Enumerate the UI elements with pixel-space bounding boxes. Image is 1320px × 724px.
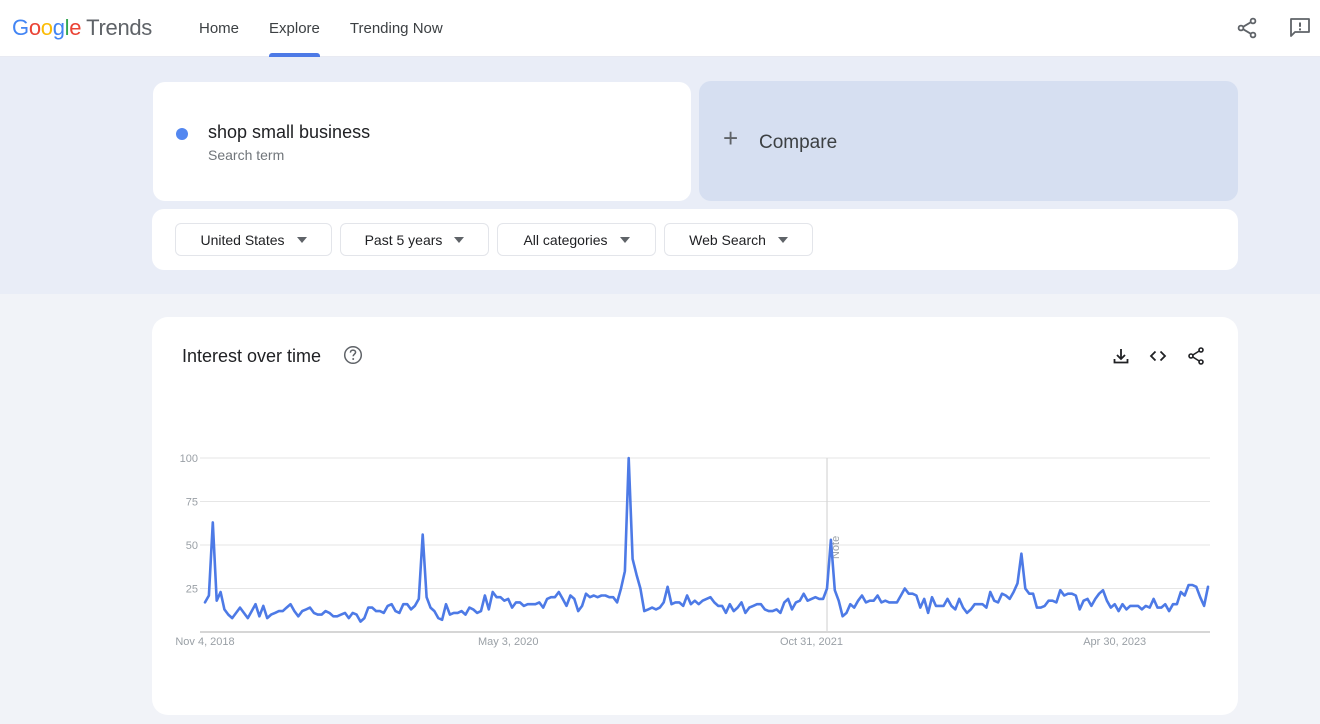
compare-button[interactable]: + Compare [699, 81, 1238, 201]
x-tick-label: Nov 4, 2018 [175, 636, 234, 648]
filter-bar: United States Past 5 years All categorie… [152, 209, 1238, 270]
nav-explore[interactable]: Explore [269, 0, 320, 57]
dropdown-caret-icon [454, 236, 465, 243]
x-tick-label: Oct 31, 2021 [780, 636, 843, 648]
filter-location-label: United States [200, 231, 285, 248]
nav-trending-now[interactable]: Trending Now [350, 0, 443, 57]
logo-letter: G [12, 15, 29, 40]
filter-time-label: Past 5 years [364, 231, 443, 248]
x-tick-label: Apr 30, 2023 [1083, 636, 1146, 648]
dropdown-caret-icon [777, 236, 788, 243]
google-trends-logo[interactable]: Google Trends [12, 15, 152, 41]
dropdown-caret-icon [296, 236, 307, 243]
y-tick-label: 100 [180, 453, 198, 465]
filter-search-type-label: Web Search [689, 231, 766, 248]
search-term-name[interactable]: shop small business [208, 122, 370, 143]
logo-letter: o [28, 15, 41, 40]
x-axis-ticks: Nov 4, 2018 May 3, 2020 Oct 31, 2021 Apr 30… [175, 636, 1146, 648]
dropdown-caret-icon [619, 236, 630, 243]
chart-gridlines [200, 457, 1210, 633]
y-axis-ticks: 25 50 75 100 [180, 453, 198, 596]
top-bar: Google Trends Home Explore Trending Now [0, 0, 1320, 57]
main-nav: Home Explore Trending Now [199, 0, 473, 57]
logo-letter: g [52, 15, 65, 40]
term-color-dot [176, 128, 188, 140]
chart-series [203, 456, 1210, 623]
logo-product: Trends [86, 15, 153, 40]
filter-category[interactable]: All categories [497, 223, 656, 256]
nav-home[interactable]: Home [199, 0, 239, 57]
y-tick-label: 50 [186, 540, 198, 552]
search-term-card[interactable]: shop small business Search term [153, 82, 691, 201]
compare-label: Compare [759, 132, 838, 153]
feedback-icon[interactable] [1288, 16, 1312, 40]
filter-category-label: All categories [523, 231, 608, 248]
interest-line-chart[interactable]: 25 50 75 100 Nov 4, 2018 May 3, 2020 Oct 31, … [152, 317, 1238, 715]
filter-location[interactable]: United States [175, 223, 332, 256]
logo-letter: e [69, 15, 82, 40]
x-tick-label: May 3, 2020 [478, 636, 539, 648]
logo-letter: o [40, 15, 53, 40]
filter-search-type[interactable]: Web Search [664, 223, 813, 256]
interest-over-time-card: Interest over time 25 50 75 100 Nov 4, 2018… [152, 317, 1238, 715]
series-line-shop-small-business [203, 456, 1210, 623]
plus-icon: + [723, 123, 739, 153]
filter-time-range[interactable]: Past 5 years [340, 223, 489, 256]
share-icon[interactable] [1235, 16, 1259, 40]
y-tick-label: 25 [186, 584, 198, 596]
search-term-subtitle: Search term [208, 147, 285, 163]
y-tick-label: 75 [186, 497, 198, 509]
